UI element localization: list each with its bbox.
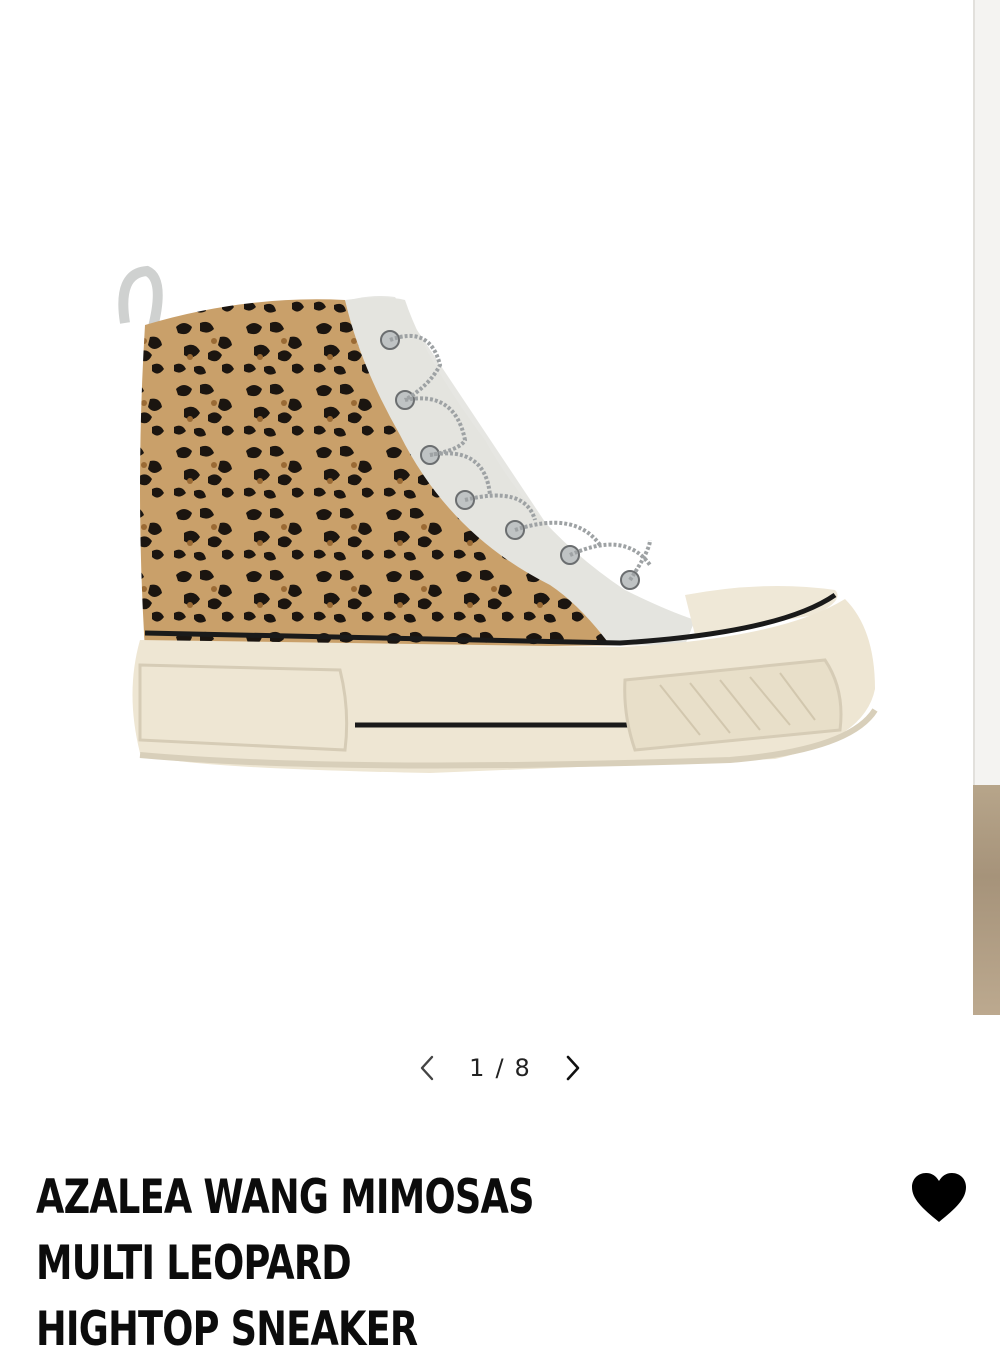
leopard-hightop-sneaker-image [118, 265, 878, 773]
product-image-slide[interactable] [0, 0, 973, 1015]
product-title-line-1: AZALEA WANG MIMOSAS MULTI LEOPARD [36, 1170, 534, 1291]
product-image-gallery[interactable] [0, 0, 1000, 1015]
chevron-left-icon[interactable] [411, 1052, 443, 1084]
next-image-floor [973, 785, 1000, 1015]
product-title-line-2: HIGHTOP SNEAKER [36, 1302, 418, 1357]
chevron-right-icon[interactable] [557, 1052, 589, 1084]
product-title: AZALEA WANG MIMOSAS MULTI LEOPARD HIGHTO… [36, 1165, 660, 1363]
heart-icon[interactable] [910, 1172, 968, 1224]
page-separator: / [495, 1054, 505, 1082]
total-pages: 8 [514, 1054, 531, 1082]
gallery-pager: 1 / 8 [0, 1045, 1000, 1091]
page-counter: 1 / 8 [469, 1054, 531, 1082]
next-product-image-peek[interactable] [973, 0, 1000, 1015]
current-page: 1 [469, 1054, 486, 1082]
